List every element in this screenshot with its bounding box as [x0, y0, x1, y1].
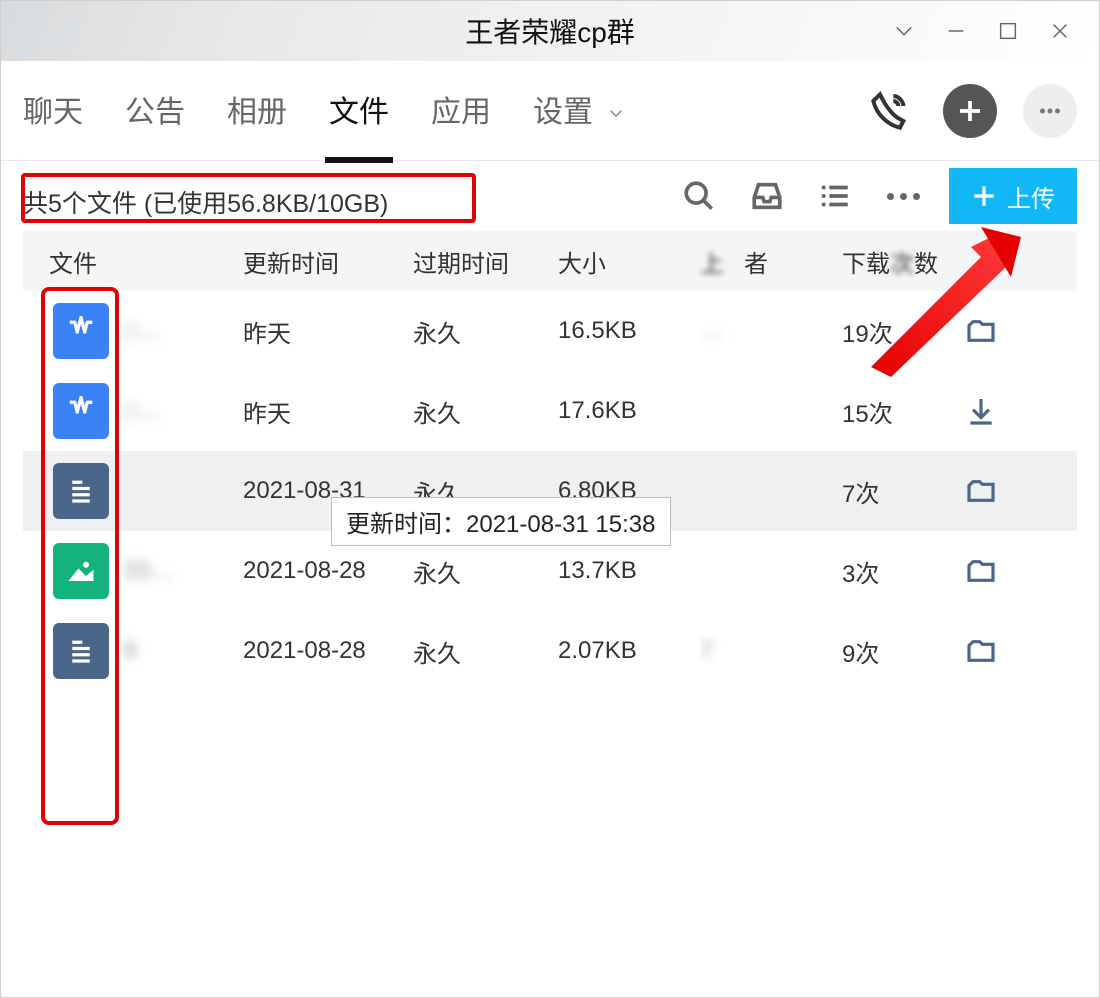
tab-strip: 聊天 公告 相册 文件 应用 设置 [1, 61, 1099, 161]
file-type-icon [53, 623, 109, 679]
tab-apps[interactable]: 应用 [431, 87, 491, 135]
table-header: 文件 更新时间 过期时间 大小 上 者 下载次数 [23, 231, 1077, 291]
cell-size: 17.6KB [558, 397, 700, 425]
file-name: □… [123, 317, 162, 345]
upload-button[interactable]: 上传 [949, 168, 1077, 224]
call-button[interactable] [863, 84, 917, 138]
cell-owner [700, 474, 842, 509]
tab-files[interactable]: 文件 [329, 87, 389, 135]
list-view-icon[interactable] [813, 174, 857, 218]
window-controls [891, 1, 1091, 61]
col-file-header[interactable]: 文件 [23, 244, 243, 279]
file-name: 33… [123, 557, 174, 585]
col-update-header[interactable]: 更新时间 [243, 244, 413, 279]
cell-downloads: 9次 [842, 634, 960, 669]
cell-size: 16.5KB [558, 317, 700, 345]
tab-album[interactable]: 相册 [227, 87, 287, 135]
open-folder-button[interactable] [960, 470, 1002, 512]
col-expire-header[interactable]: 过期时间 [413, 244, 558, 279]
open-folder-button[interactable] [960, 310, 1002, 352]
cell-downloads: 15次 [842, 394, 960, 429]
cell-owner: … [700, 317, 842, 345]
file-type-icon [53, 463, 109, 519]
more-button[interactable] [1023, 84, 1077, 138]
cell-expire: 永久 [413, 394, 558, 429]
storage-summary: 共5个文件 (已使用56.8KB/10GB) [23, 184, 388, 220]
tab-announce[interactable]: 公告 [125, 87, 185, 135]
close-button[interactable] [1047, 18, 1073, 44]
cell-downloads: 19次 [842, 314, 960, 349]
window-title: 王者荣耀cp群 [465, 11, 635, 51]
file-name: □… [123, 397, 162, 425]
cell-downloads: 3次 [842, 554, 960, 589]
col-downloads-header[interactable]: 下载次数 [842, 244, 960, 279]
tab-settings[interactable]: 设置 [533, 87, 625, 135]
open-folder-button[interactable] [960, 550, 1002, 592]
col-size-header[interactable]: 大小 [558, 244, 700, 279]
file-type-icon [53, 303, 109, 359]
cell-update: 2021-08-28 [243, 557, 413, 585]
search-icon[interactable] [677, 174, 721, 218]
col-owner-header[interactable]: 上 者 [700, 244, 842, 279]
open-folder-button[interactable] [960, 630, 1002, 672]
cell-expire: 永久 [413, 314, 558, 349]
cell-owner [700, 394, 842, 429]
summary-row: 共5个文件 (已使用56.8KB/10GB) 上传 [1, 161, 1099, 231]
tooltip-update-time: 更新时间：2021-08-31 15:38 [331, 497, 671, 546]
table-row[interactable]: □… 昨天永久17.6KB 15次 [23, 371, 1077, 451]
add-button[interactable] [943, 84, 997, 138]
cell-update: 昨天 [243, 394, 413, 429]
cell-update: 2021-08-28 [243, 637, 413, 665]
cell-expire: 永久 [413, 554, 558, 589]
file-name: 9 [123, 637, 136, 665]
cell-update: 昨天 [243, 314, 413, 349]
dropdown-button[interactable] [891, 18, 917, 44]
cell-size: 2.07KB [558, 637, 700, 665]
tab-settings-label: 设置 [533, 96, 593, 129]
cell-downloads: 7次 [842, 474, 960, 509]
inbox-icon[interactable] [745, 174, 789, 218]
title-bar: 王者荣耀cp群 [1, 1, 1099, 61]
more-options-icon[interactable] [881, 174, 925, 218]
cell-expire: 永久 [413, 634, 558, 669]
maximize-button[interactable] [995, 18, 1021, 44]
upload-button-label: 上传 [1007, 179, 1055, 214]
chevron-down-icon [607, 96, 625, 129]
file-table: 文件 更新时间 过期时间 大小 上 者 下载次数 □…昨天永久16.5KB…19… [1, 231, 1099, 691]
cell-size: 13.7KB [558, 557, 700, 585]
minimize-button[interactable] [943, 18, 969, 44]
download-button[interactable] [960, 390, 1002, 432]
table-row[interactable]: □… 昨天永久16.5KB…19次 [23, 291, 1077, 371]
file-type-icon [53, 543, 109, 599]
file-type-icon [53, 383, 109, 439]
tab-chat[interactable]: 聊天 [23, 87, 83, 135]
cell-owner [700, 554, 842, 589]
table-row[interactable]: 9 2021-08-28永久2.07KB79次 [23, 611, 1077, 691]
cell-owner: 7 [700, 637, 842, 665]
